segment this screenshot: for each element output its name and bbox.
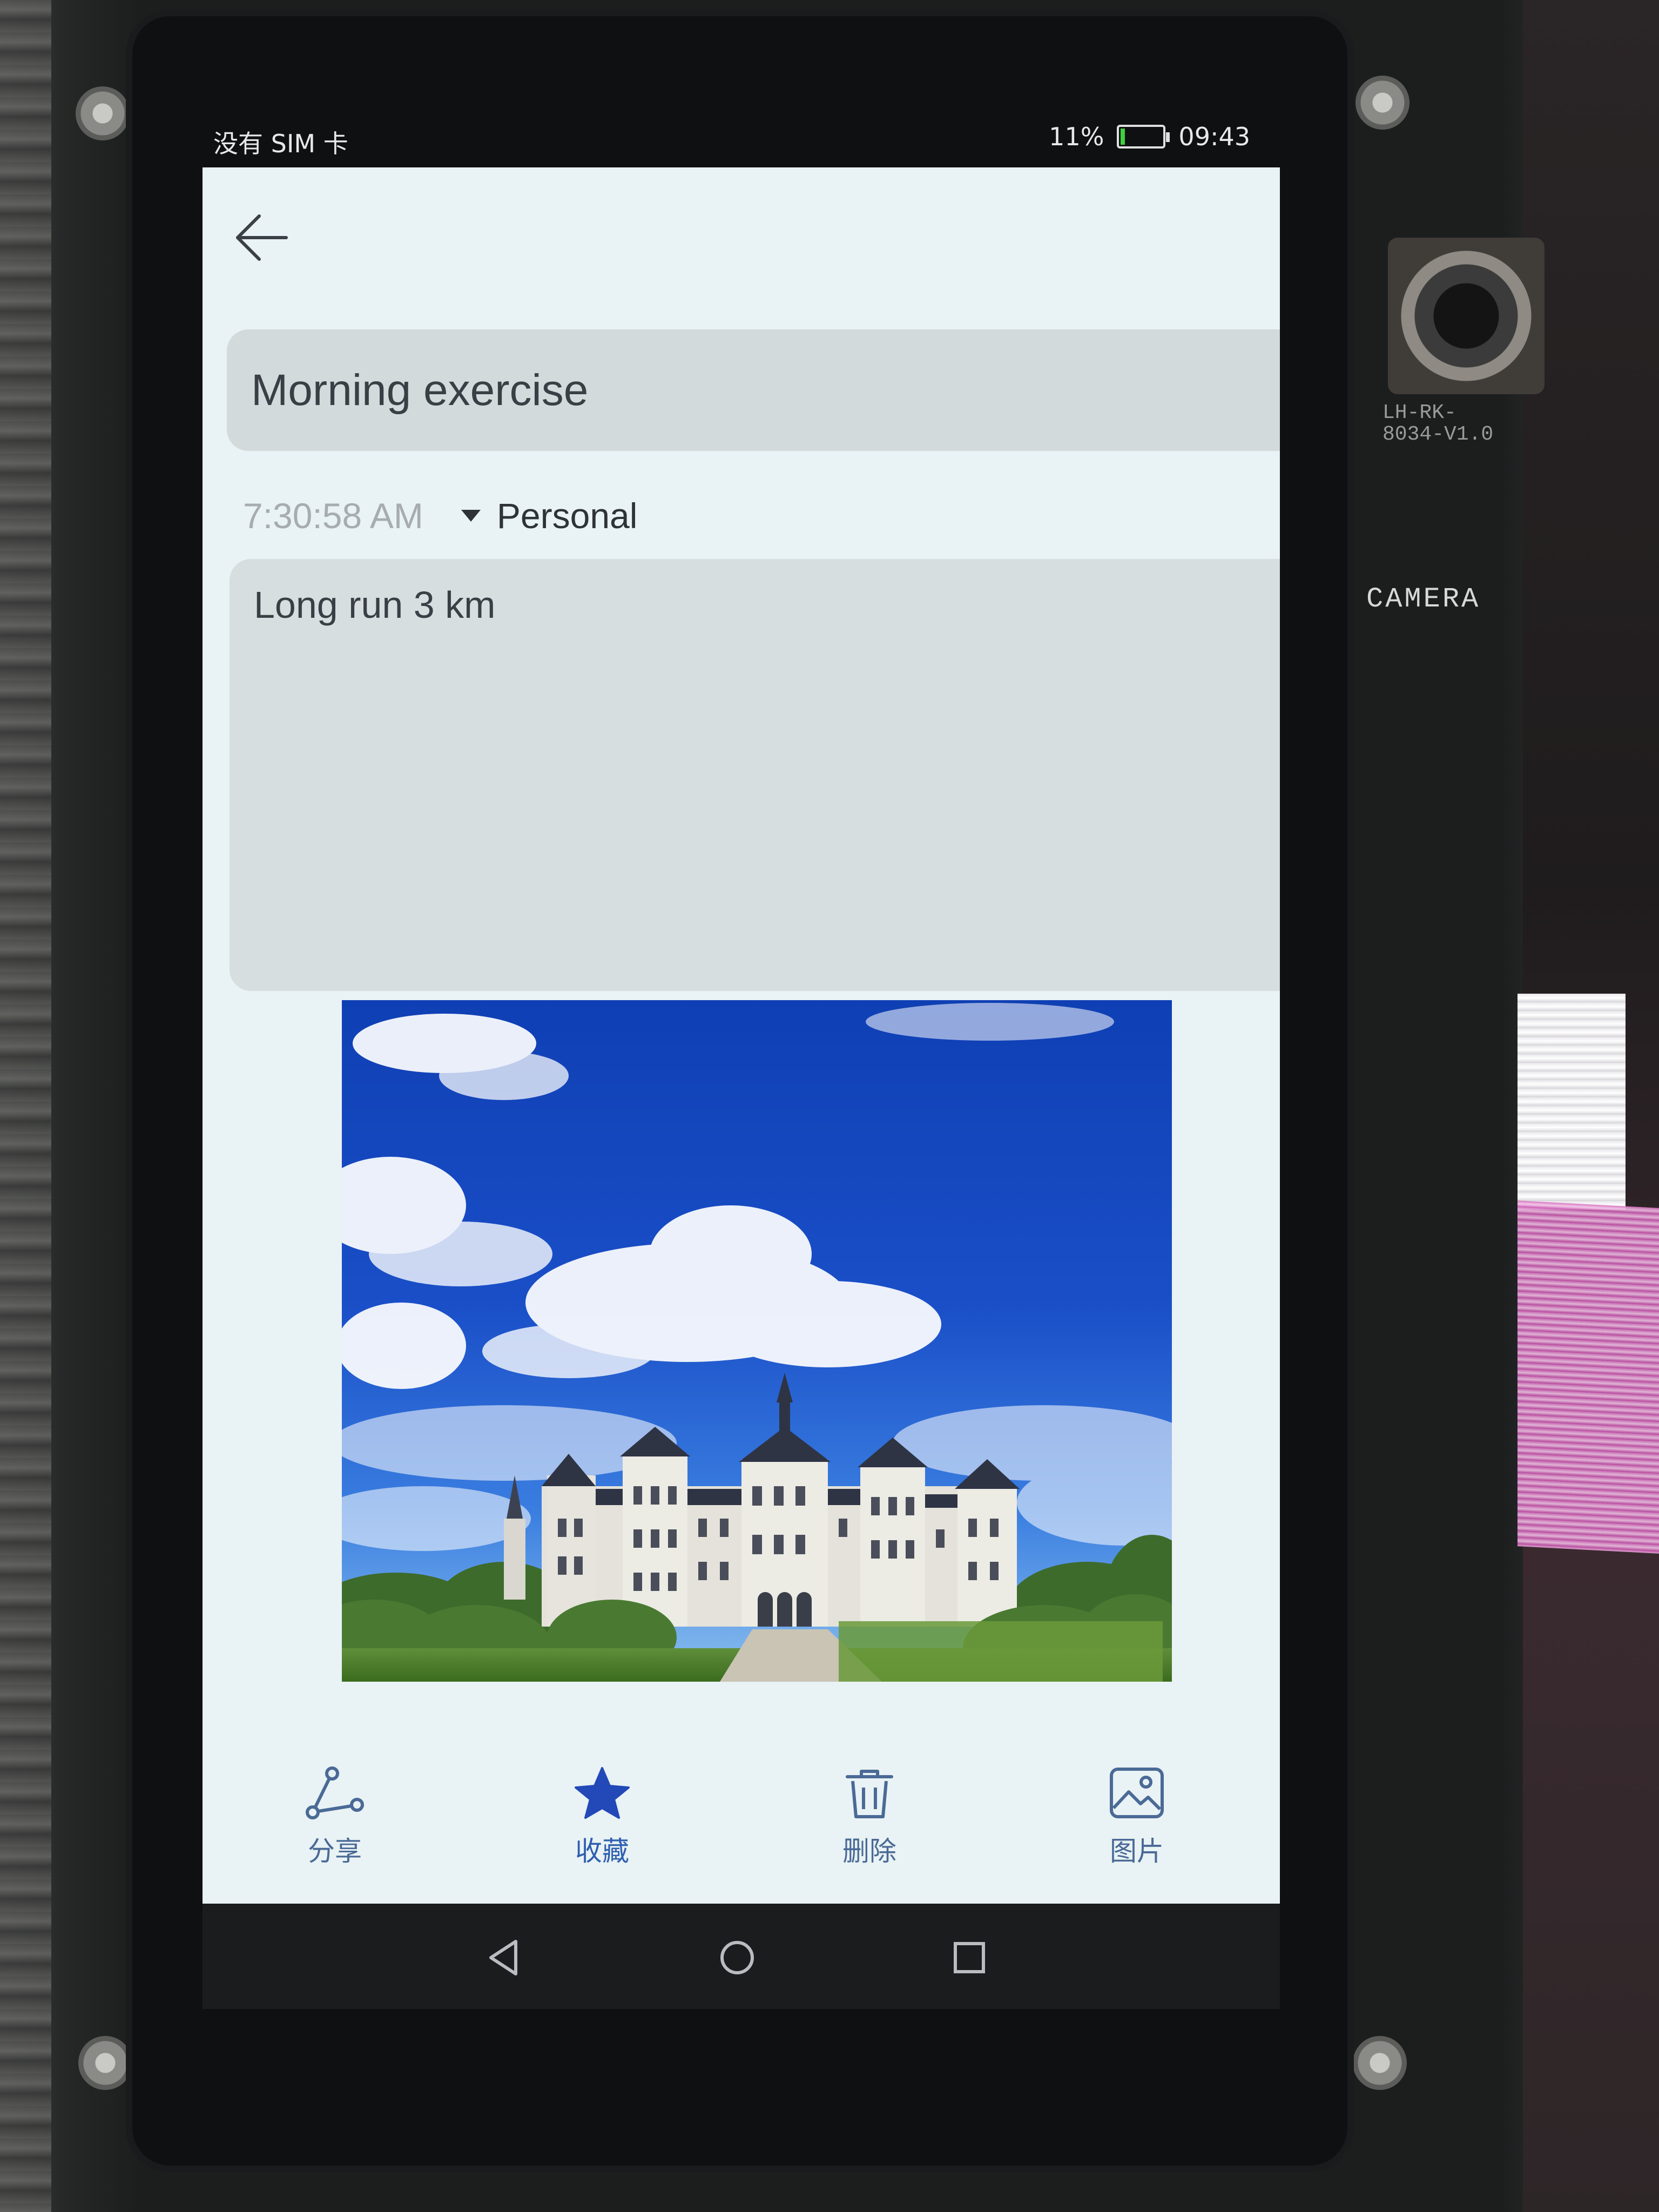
image-label: 图片 <box>1110 1836 1164 1867</box>
note-title-field[interactable]: Morning exercise <box>227 329 1280 451</box>
share-button[interactable]: 分享 <box>265 1766 405 1885</box>
note-detail-screen: Morning exercise 7:30:58 AM Personal Lon… <box>203 167 1280 1904</box>
share-icon <box>306 1766 364 1819</box>
system-navigation-bar <box>203 1904 1280 2009</box>
castle-landscape-image <box>342 1000 1172 1682</box>
screw-bottom-left <box>78 2036 132 2090</box>
bottom-toolbar: 分享 收藏 删除 图片 <box>203 1766 1280 1885</box>
screw-bottom-right <box>1353 2036 1407 2090</box>
nav-back-button[interactable] <box>483 1936 527 1979</box>
image-icon <box>1110 1768 1164 1818</box>
battery-percent: 11% <box>1049 122 1104 151</box>
note-meta-row: 7:30:58 AM Personal <box>243 486 637 545</box>
delete-button[interactable]: 删除 <box>799 1766 940 1885</box>
ribbon-cable-pink <box>1518 1201 1659 1554</box>
note-title-text: Morning exercise <box>251 365 589 415</box>
category-label: Personal <box>496 496 638 536</box>
camera-module-label: LH-RK-8034-V1.0 <box>1382 401 1494 446</box>
status-bar: 没有 SIM 卡 11% 09:43 <box>203 113 1261 167</box>
favorite-label: 收藏 <box>575 1836 629 1867</box>
circle-home-icon <box>720 1941 754 1974</box>
screw-top-left <box>76 86 130 140</box>
camera-silkscreen-label: CAMERA <box>1366 583 1481 615</box>
nav-recents-button[interactable] <box>948 1936 991 1979</box>
carrier-text: 没有 SIM 卡 <box>213 129 348 158</box>
caret-down-icon <box>461 510 481 522</box>
attached-photo[interactable] <box>342 1000 1172 1682</box>
favorite-button[interactable]: 收藏 <box>532 1766 672 1885</box>
camera-module <box>1388 238 1545 394</box>
note-time: 7:30:58 AM <box>243 496 423 536</box>
delete-label: 删除 <box>842 1836 896 1867</box>
nav-home-button[interactable] <box>716 1936 759 1979</box>
square-recents-icon <box>954 1942 985 1973</box>
share-label: 分享 <box>308 1836 362 1867</box>
image-button[interactable]: 图片 <box>1067 1766 1207 1885</box>
status-right-group: 11% 09:43 <box>1049 122 1250 151</box>
ribbon-cable-white <box>1518 994 1626 1210</box>
category-dropdown[interactable]: Personal <box>461 495 638 536</box>
back-button[interactable] <box>230 205 294 270</box>
arrow-left-icon <box>236 214 288 261</box>
screw-top-right <box>1355 76 1410 130</box>
trash-icon <box>846 1770 893 1818</box>
battery-level-fill <box>1121 129 1125 145</box>
note-content-text: Long run 3 km <box>254 584 496 626</box>
clock: 09:43 <box>1178 122 1250 151</box>
star-filled-icon <box>575 1767 630 1819</box>
triangle-back-icon <box>489 1940 517 1975</box>
board-components-left <box>0 0 51 2212</box>
note-content-field[interactable]: Long run 3 km <box>230 559 1280 991</box>
battery-icon <box>1117 125 1170 149</box>
